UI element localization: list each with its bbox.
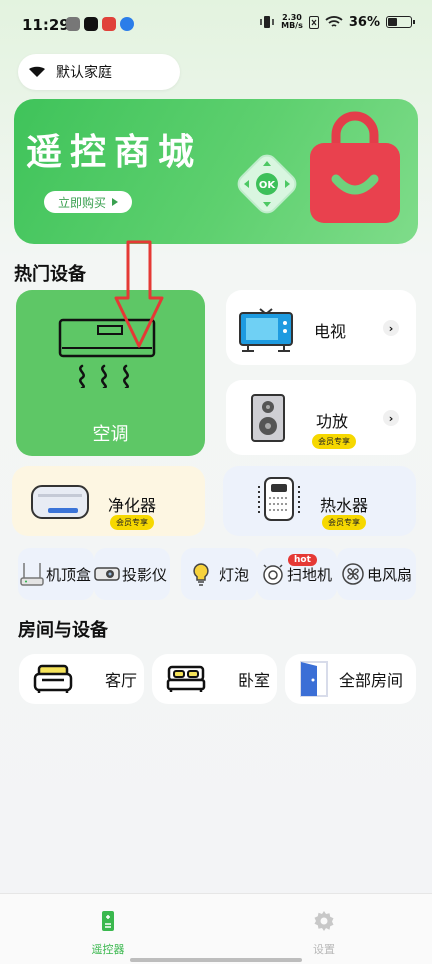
fan-icon [342, 563, 364, 585]
projector-label: 投影仪 [122, 565, 168, 584]
net-speed: 2.30 MB/s [281, 14, 303, 30]
nav-settings-label: 设置 [313, 943, 335, 956]
hot-badge: hot [288, 554, 317, 566]
nav-remote[interactable]: 遥控器 [68, 910, 148, 957]
ac-label: 空调 [92, 424, 129, 445]
room-bedroom-label: 卧室 [238, 671, 271, 690]
tv-label: 电视 [314, 322, 347, 341]
mini-device-bulb[interactable]: 灯泡 [181, 548, 257, 600]
status-bar: 11:29 2.30 MB/s 36% [0, 0, 432, 52]
play-arrow-icon [112, 198, 118, 206]
gesture-bar [130, 958, 302, 962]
ok-label: OK [259, 180, 277, 191]
remote-control-icon [102, 911, 114, 931]
bed-icon [166, 665, 206, 692]
bottom-nav: 遥控器 设置 [0, 893, 432, 964]
robot-vacuum-icon [263, 564, 283, 585]
battery-percent: 36% [348, 14, 380, 30]
chevron-right-icon: › [383, 320, 399, 336]
bulb-label: 灯泡 [219, 565, 250, 584]
purifier-icon [31, 485, 89, 519]
home-selector-label: 默认家庭 [56, 65, 112, 81]
device-card-tv[interactable]: 电视 › [226, 290, 416, 365]
nav-settings[interactable]: 设置 [284, 910, 364, 957]
device-card-water-heater[interactable]: 热水器 会员专享 [223, 466, 416, 536]
vip-badge: 会员专享 [322, 515, 366, 530]
set-top-box-label: 机顶盒 [46, 565, 92, 584]
device-card-amplifier[interactable]: 功放 会员专享 › [226, 380, 416, 455]
buy-now-label: 立即购买 [57, 195, 106, 210]
sofa-icon [33, 664, 73, 693]
amplifier-label: 功放 [316, 412, 349, 431]
router-icon [20, 563, 44, 586]
gear-icon [314, 911, 334, 931]
no-sim-icon [308, 15, 319, 29]
app-notification-icon [66, 17, 80, 31]
mini-device-fan[interactable]: 电风扇 [337, 548, 416, 600]
remote-dpad-icon: OK [237, 154, 297, 214]
nav-remote-label: 遥控器 [91, 943, 125, 956]
hot-devices-title: 热门设备 [14, 264, 86, 285]
home-dropdown-icon [29, 66, 45, 77]
status-app-icons [66, 17, 134, 31]
mini-device-projector[interactable]: 投影仪 [94, 548, 170, 600]
projector-icon [94, 567, 120, 581]
device-card-ac[interactable]: 空调 [16, 290, 205, 456]
vip-badge: 会员专享 [312, 434, 356, 449]
speaker-icon [251, 394, 285, 442]
water-heater-icon [258, 477, 300, 521]
room-bedroom[interactable]: 卧室 [152, 654, 277, 704]
mall-banner[interactable]: 遥控商城 立即购买 OK [14, 99, 418, 244]
water-heater-label: 热水器 [320, 496, 369, 515]
device-card-purifier[interactable]: 净化器 会员专享 [12, 466, 205, 536]
vip-badge: 会员专享 [110, 515, 154, 530]
net-speed-unit: MB/s [281, 21, 303, 30]
room-living-room[interactable]: 客厅 [19, 654, 144, 704]
room-all-rooms-label: 全部房间 [339, 671, 404, 690]
purifier-label: 净化器 [108, 496, 157, 515]
door-icon [300, 661, 328, 697]
shopping-bag-icon [310, 111, 400, 223]
robot-vacuum-label: 扫地机 [287, 565, 333, 584]
browser-icon [120, 17, 134, 31]
news-app-icon [102, 17, 116, 31]
chevron-right-icon: › [383, 410, 399, 426]
home-selector[interactable]: 默认家庭 [18, 54, 180, 90]
fan-label: 电风扇 [367, 565, 413, 584]
tv-icon [239, 308, 293, 352]
status-time: 11:29 [22, 16, 70, 34]
tiktok-icon [84, 17, 98, 31]
status-right: 2.30 MB/s 36% [259, 14, 415, 30]
battery-icon [386, 16, 415, 28]
banner-title: 遥控商城 [26, 132, 203, 173]
light-bulb-icon [193, 563, 209, 586]
rooms-title: 房间与设备 [18, 620, 108, 641]
red-arrow-annotation [114, 240, 164, 348]
vibrate-icon [260, 16, 274, 28]
room-all-rooms[interactable]: 全部房间 [285, 654, 416, 704]
mini-device-set-top-box[interactable]: 机顶盒 [18, 548, 94, 600]
buy-now-button[interactable]: 立即购买 [44, 191, 132, 213]
room-living-room-label: 客厅 [105, 671, 138, 690]
wifi-icon [325, 16, 343, 27]
